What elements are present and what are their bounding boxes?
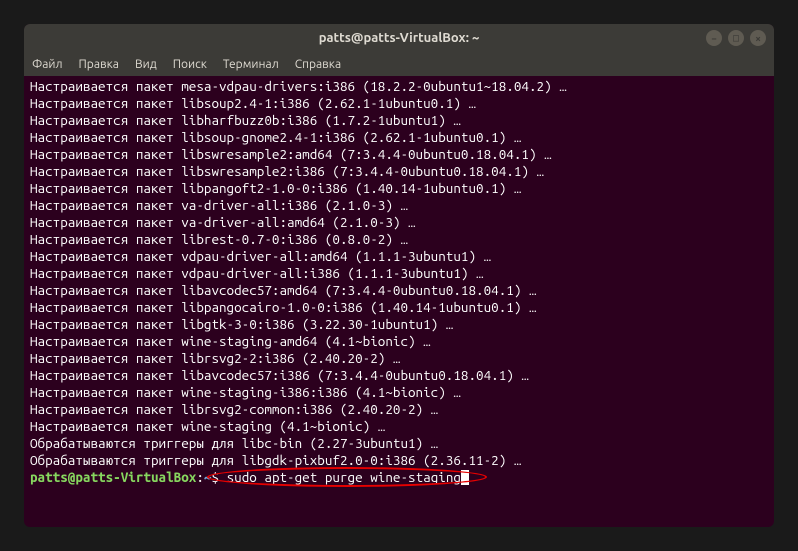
output-line: Настраивается пакет vdpau-driver-all:i38… bbox=[30, 265, 768, 282]
menubar: Файл Правка Вид Поиск Терминал Справка bbox=[24, 52, 774, 76]
maximize-button[interactable]: □ bbox=[728, 30, 744, 46]
output-line: Настраивается пакет librest-0.7-0:i386 (… bbox=[30, 231, 768, 248]
output-line: Настраивается пакет librsvg2-common:i386… bbox=[30, 401, 768, 418]
output-line: Настраивается пакет va-driver-all:i386 (… bbox=[30, 197, 768, 214]
titlebar: patts@patts-VirtualBox: ~ – □ × bbox=[24, 24, 774, 52]
output-line: Настраивается пакет libharfbuzz0b:i386 (… bbox=[30, 112, 768, 129]
output-line: Настраивается пакет wine-staging-amd64 (… bbox=[30, 333, 768, 350]
menu-search[interactable]: Поиск bbox=[173, 58, 207, 71]
output-line: Настраивается пакет librsvg2-2:i386 (2.4… bbox=[30, 350, 768, 367]
menu-view[interactable]: Вид bbox=[135, 58, 157, 71]
menu-file[interactable]: Файл bbox=[32, 58, 63, 71]
menu-terminal[interactable]: Терминал bbox=[223, 58, 279, 71]
prompt-dollar: $ bbox=[211, 469, 219, 486]
prompt-colon: : bbox=[196, 469, 204, 486]
command-input[interactable]: sudo apt-get purge wine-staging bbox=[227, 469, 461, 486]
output-line: Настраивается пакет libswresample2:amd64… bbox=[30, 146, 768, 163]
minimize-button[interactable]: – bbox=[706, 30, 722, 46]
output-line: Настраивается пакет mesa-vdpau-drivers:i… bbox=[30, 78, 768, 95]
output-line: Настраивается пакет va-driver-all:amd64 … bbox=[30, 214, 768, 231]
output-line: Обрабатываются триггеры для libgdk-pixbu… bbox=[30, 452, 768, 469]
output-line: Настраивается пакет libavcodec57:i386 (7… bbox=[30, 367, 768, 384]
output-line: Обрабатываются триггеры для libc-bin (2.… bbox=[30, 435, 768, 452]
output-line: Настраивается пакет libpangocairo-1.0-0:… bbox=[30, 299, 768, 316]
prompt-line: patts@patts-VirtualBox:~$ sudo apt-get p… bbox=[30, 469, 768, 486]
output-line: Настраивается пакет libavcodec57:amd64 (… bbox=[30, 282, 768, 299]
output-line: Настраивается пакет libgtk-3-0:i386 (3.2… bbox=[30, 316, 768, 333]
prompt-user: patts@patts-VirtualBox bbox=[30, 469, 196, 486]
terminal-output[interactable]: Настраивается пакет mesa-vdpau-drivers:i… bbox=[24, 76, 774, 527]
output-line: Настраивается пакет vdpau-driver-all:amd… bbox=[30, 248, 768, 265]
close-button[interactable]: × bbox=[750, 30, 766, 46]
prompt-path: ~ bbox=[204, 469, 212, 486]
output-line: Настраивается пакет wine-staging-i386:i3… bbox=[30, 384, 768, 401]
output-line: Настраивается пакет libsoup2.4-1:i386 (2… bbox=[30, 95, 768, 112]
terminal-window: patts@patts-VirtualBox: ~ – □ × Файл Пра… bbox=[24, 24, 774, 527]
output-line: Настраивается пакет libsoup-gnome2.4-1:i… bbox=[30, 129, 768, 146]
cursor bbox=[461, 470, 469, 485]
window-controls: – □ × bbox=[706, 30, 766, 46]
output-line: Настраивается пакет wine-staging (4.1~bi… bbox=[30, 418, 768, 435]
output-line: Настраивается пакет libpangoft2-1.0-0:i3… bbox=[30, 180, 768, 197]
menu-help[interactable]: Справка bbox=[295, 58, 341, 71]
output-line: Настраивается пакет libswresample2:i386 … bbox=[30, 163, 768, 180]
window-title: patts@patts-VirtualBox: ~ bbox=[319, 31, 480, 45]
menu-edit[interactable]: Правка bbox=[79, 58, 119, 71]
